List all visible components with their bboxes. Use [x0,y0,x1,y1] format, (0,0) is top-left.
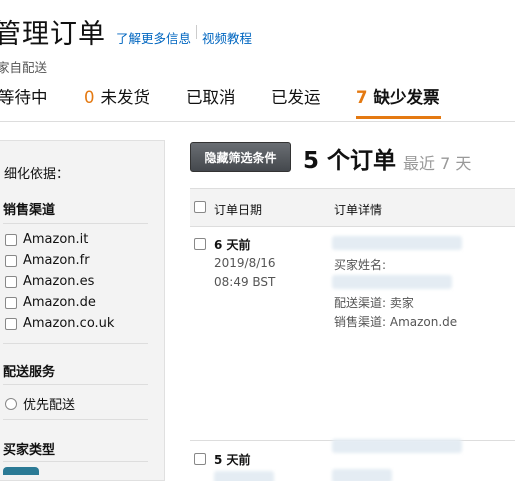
tab-count: 7 [356,88,368,107]
buyer-name-link[interactable] [332,275,452,289]
order-id-link[interactable] [332,439,462,453]
hide-filters-button[interactable]: 隐藏筛选条件 [190,142,291,172]
filter-priority-shipping[interactable]: 优先配送 [5,394,75,413]
order-date: 2019/8/16 [214,256,276,270]
page-title: 管理订单 [0,19,106,50]
tab-count: 0 [84,88,95,107]
tab-canceled[interactable]: 已取消 [186,84,236,108]
section-divider [3,343,148,344]
tab-label: 等待中 [0,88,48,107]
header: 管理订单 了解更多信息 视频教程 [0,12,252,51]
column-order-details: 订单详情 [334,203,383,217]
filter-label: 优先配送 [23,398,76,413]
checkbox[interactable] [5,233,17,246]
tab-label: 已发运 [271,88,321,107]
tab-pending[interactable]: 等待中 [0,84,48,108]
link-separator [196,24,198,39]
fulfillment-heading: 配送服务 [3,365,56,380]
checkbox[interactable] [5,296,17,309]
buyer-type-chip[interactable] [3,467,39,475]
refine-sidebar: 细化依据： 销售渠道 Amazon.it Amazon.fr Amazon.es… [0,140,165,481]
video-tutorial-link[interactable]: 视频教程 [202,28,252,47]
order-id-link[interactable] [332,236,462,250]
buyer-type-heading: 买家类型 [3,443,56,458]
filter-label: Amazon.it [23,232,89,247]
learn-more-link[interactable]: 了解更多信息 [116,28,191,47]
order-count: 5 个订单 [303,148,397,174]
checkbox[interactable] [5,317,17,330]
tab-shipped[interactable]: 已发运 [271,84,321,108]
buyer-name-label: 买家姓名: [334,258,387,272]
date-range-label: 最近 7 天 [403,154,472,173]
column-order-date[interactable]: 订单日期 [214,201,262,218]
sales-channel-heading: 销售渠道 [3,203,56,218]
filter-label: Amazon.es [23,274,95,289]
radio-button[interactable] [5,397,17,410]
filter-label: Amazon.fr [23,253,90,268]
filter-amazon-de[interactable]: Amazon.de [5,295,96,310]
filter-amazon-it[interactable]: Amazon.it [5,232,88,247]
subtitle: 家自配送 [0,60,48,75]
order-time: 08:49 BST [214,275,276,289]
checkbox[interactable] [5,254,17,267]
sales-channel: 销售渠道: Amazon.de [334,315,458,329]
row-checkbox[interactable] [194,453,206,465]
filter-label: Amazon.co.uk [23,316,115,331]
order-date-blurred [214,471,274,481]
filter-amazon-fr[interactable]: Amazon.fr [5,253,90,268]
row-checkbox[interactable] [194,238,206,250]
section-divider [3,223,148,224]
active-tab-underline [356,116,441,119]
tab-unshipped[interactable]: 0 未发货 [84,84,150,108]
checkbox[interactable] [5,275,17,288]
filter-label: Amazon.de [23,295,96,310]
tab-label: 缺少发票 [373,88,440,107]
tabs-divider [0,121,515,122]
section-divider [3,419,148,420]
filter-amazon-es[interactable]: Amazon.es [5,274,94,289]
select-all-checkbox[interactable] [194,201,206,213]
order-age: 5 天前 [214,453,251,467]
buyer-name-label-blurred [332,469,392,481]
order-status-tabs: 等待中 0 未发货 已取消 已发运 7 缺少发票 [0,84,515,120]
section-divider [3,384,148,385]
fulfillment-channel: 配送渠道: 卖家 [334,296,414,310]
filter-amazon-co-uk[interactable]: Amazon.co.uk [5,316,114,331]
orders-table-header: 订单日期 订单详情 [190,188,515,227]
refine-label: 细化依据： [4,167,70,182]
section-divider [3,461,148,462]
tab-label: 已取消 [186,88,236,107]
order-age: 6 天前 [214,238,251,252]
tab-label: 未发货 [100,88,151,107]
tab-missing-invoice[interactable]: 7 缺少发票 [356,84,439,108]
